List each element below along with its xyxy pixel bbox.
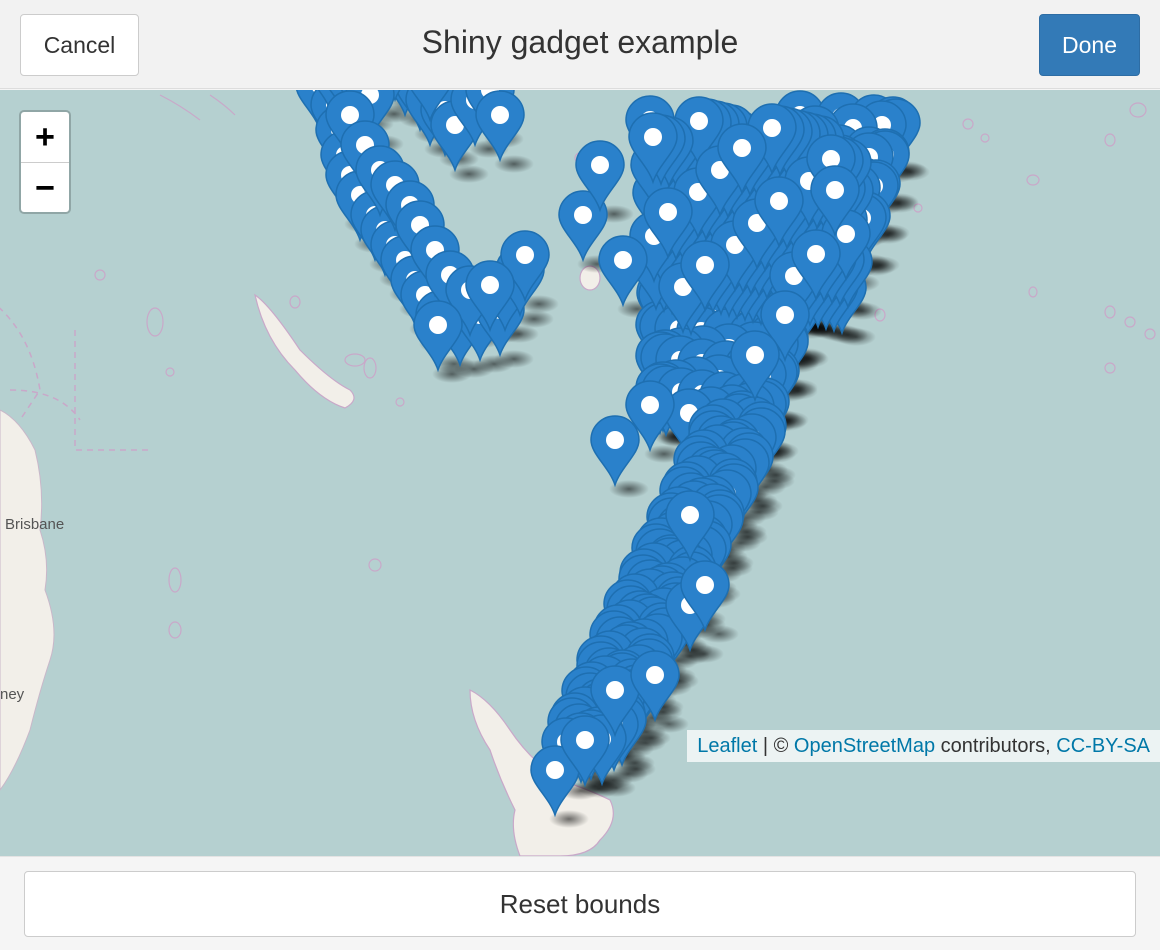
page-title: Shiny gadget example [421,24,739,60]
zoom-out-button[interactable]: − [21,163,69,212]
map-view[interactable]: Brisbane ney Leaflet | © OpenStreetMap c… [0,90,1160,856]
license-link[interactable]: CC-BY-SA [1056,735,1150,757]
reset-bounds-button[interactable]: Reset bounds [24,871,1136,937]
footer-bar: Reset bounds [0,856,1160,950]
done-button[interactable]: Done [1039,14,1140,76]
attribution-separator: | © [757,735,794,757]
title-bar: Cancel Shiny gadget example Done [0,0,1160,89]
attribution-contributors: contributors, [935,735,1057,757]
australia-land [0,409,55,791]
zoom-control: + − [19,110,71,214]
new-caledonia [254,293,355,409]
openstreetmap-link[interactable]: OpenStreetMap [794,735,935,757]
place-label-sydney: ney [0,686,25,703]
place-label-brisbane: Brisbane [5,516,65,533]
map-marker-icon[interactable] [590,415,640,488]
leaflet-link[interactable]: Leaflet [697,735,757,757]
map-attribution: Leaflet | © OpenStreetMap contributors, … [687,730,1160,762]
zoom-in-button[interactable]: + [21,112,69,163]
